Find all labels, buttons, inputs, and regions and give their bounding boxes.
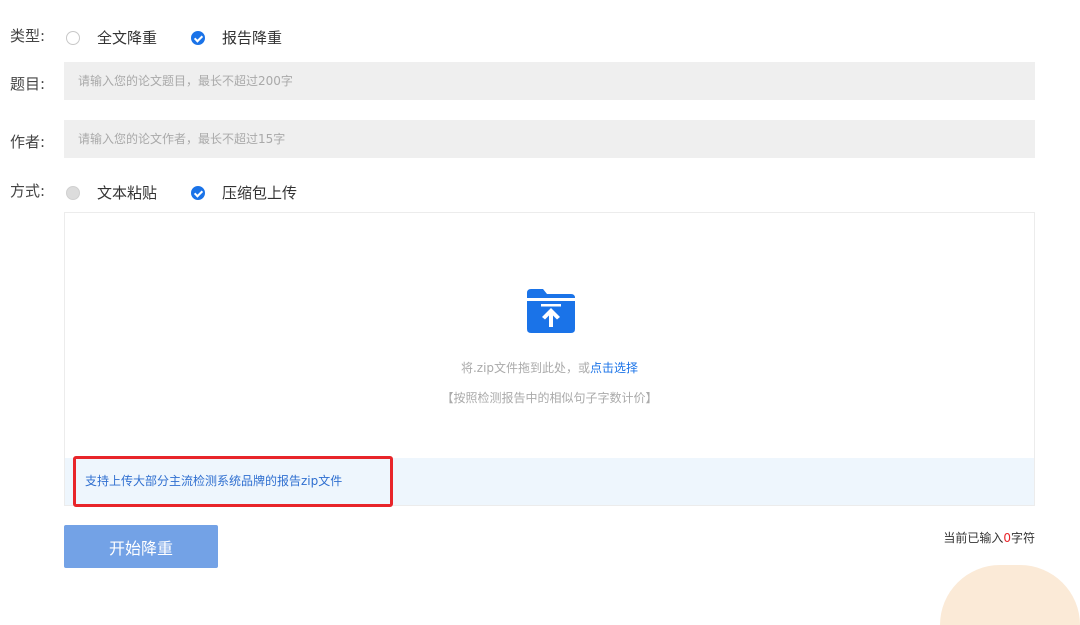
decorative-blob [940, 565, 1080, 625]
title-label: 题目: [10, 75, 46, 93]
option-text-paste[interactable]: 文本粘贴 [66, 182, 157, 203]
char-count: 0 [1003, 531, 1011, 545]
pricing-note: 【按照检测报告中的相似句子字数计价】 [441, 391, 658, 405]
option-zip-upload[interactable]: 压缩包上传 [191, 182, 297, 203]
highlight-box [73, 456, 393, 507]
char-counter: 当前已输入0字符 [943, 529, 1035, 546]
author-input[interactable] [64, 120, 1035, 158]
upload-hint-text: 将.zip文件拖到此处，或 [460, 361, 591, 375]
option-zip-upload-label: 压缩包上传 [222, 184, 298, 202]
radio-text-paste[interactable] [66, 185, 80, 200]
char-counter-suffix: 字符 [1010, 531, 1035, 545]
type-label: 类型: [10, 27, 46, 45]
select-file-link[interactable]: 点击选择 [590, 361, 638, 375]
radio-report[interactable] [191, 30, 205, 45]
radio-full-text[interactable] [66, 30, 80, 45]
start-button[interactable]: 开始降重 [64, 525, 218, 568]
method-label: 方式: [10, 182, 46, 200]
option-full-text-label: 全文降重 [97, 29, 158, 47]
option-text-paste-label: 文本粘贴 [97, 184, 158, 202]
option-full-text[interactable]: 全文降重 [66, 27, 157, 48]
upload-hint: 将.zip文件拖到此处，或点击选择 [65, 359, 1034, 376]
author-label: 作者: [10, 133, 46, 151]
char-counter-prefix: 当前已输入 [943, 531, 1004, 545]
option-report[interactable]: 报告降重 [191, 27, 282, 48]
folder-upload-icon[interactable] [527, 289, 575, 333]
radio-zip-upload[interactable] [191, 185, 205, 200]
title-input[interactable] [64, 62, 1035, 100]
option-report-label: 报告降重 [222, 29, 283, 47]
